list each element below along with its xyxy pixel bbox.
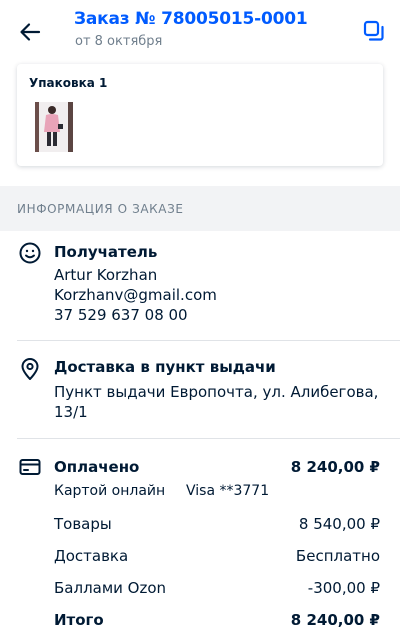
delivery-cost-label: Доставка	[54, 547, 129, 565]
recipient-phone: 37 529 637 08 00	[54, 306, 188, 324]
order-info-section-header: ИНФОРМАЦИЯ О ЗАКАЗЕ	[0, 186, 400, 231]
recipient-email: Korzhanv@gmail.com	[54, 286, 217, 304]
delivery-cost-value: Бесплатно	[295, 547, 380, 565]
items-value: 8 540,00 ₽	[298, 515, 380, 533]
package-title: Упаковка 1	[29, 76, 108, 90]
payment-heading: Оплачено	[54, 458, 140, 476]
items-label: Товары	[54, 515, 112, 533]
recipient-name: Artur Korzhan	[54, 266, 158, 284]
ozon-points-value: -300,00 ₽	[307, 579, 380, 597]
product-thumbnail[interactable]	[35, 102, 73, 152]
payment-paid-amount: 8 240,00 ₽	[290, 458, 380, 476]
back-button[interactable]	[14, 16, 46, 48]
order-date: от 8 октября	[75, 34, 163, 49]
copy-icon	[363, 20, 384, 41]
total-label: Итого	[54, 611, 104, 629]
credit-card-icon	[19, 459, 41, 475]
payment-method: Картой онлайн	[54, 483, 166, 499]
arrow-left-icon	[20, 23, 41, 41]
order-title: Заказ № 78005015-0001	[74, 9, 308, 29]
total-value: 8 240,00 ₽	[290, 611, 380, 629]
ozon-points-label: Баллами Ozon	[54, 579, 167, 597]
divider	[17, 340, 400, 341]
divider	[17, 438, 400, 439]
order-header: Заказ № 78005015-0001 от 8 октября	[0, 0, 400, 62]
package-card[interactable]: Упаковка 1	[17, 64, 383, 166]
location-pin-icon	[21, 358, 39, 380]
copy-button[interactable]	[360, 17, 388, 45]
smile-icon	[19, 242, 41, 264]
recipient-heading: Получатель	[54, 243, 158, 261]
section-title: ИНФОРМАЦИЯ О ЗАКАЗЕ	[17, 202, 184, 216]
delivery-address-line1: Пункт выдачи Европочта, ул. Алибегова,	[54, 383, 379, 401]
delivery-address-line2: 13/1	[54, 403, 88, 421]
delivery-heading: Доставка в пункт выдачи	[54, 358, 276, 376]
payment-card: Visa **3771	[186, 483, 270, 499]
